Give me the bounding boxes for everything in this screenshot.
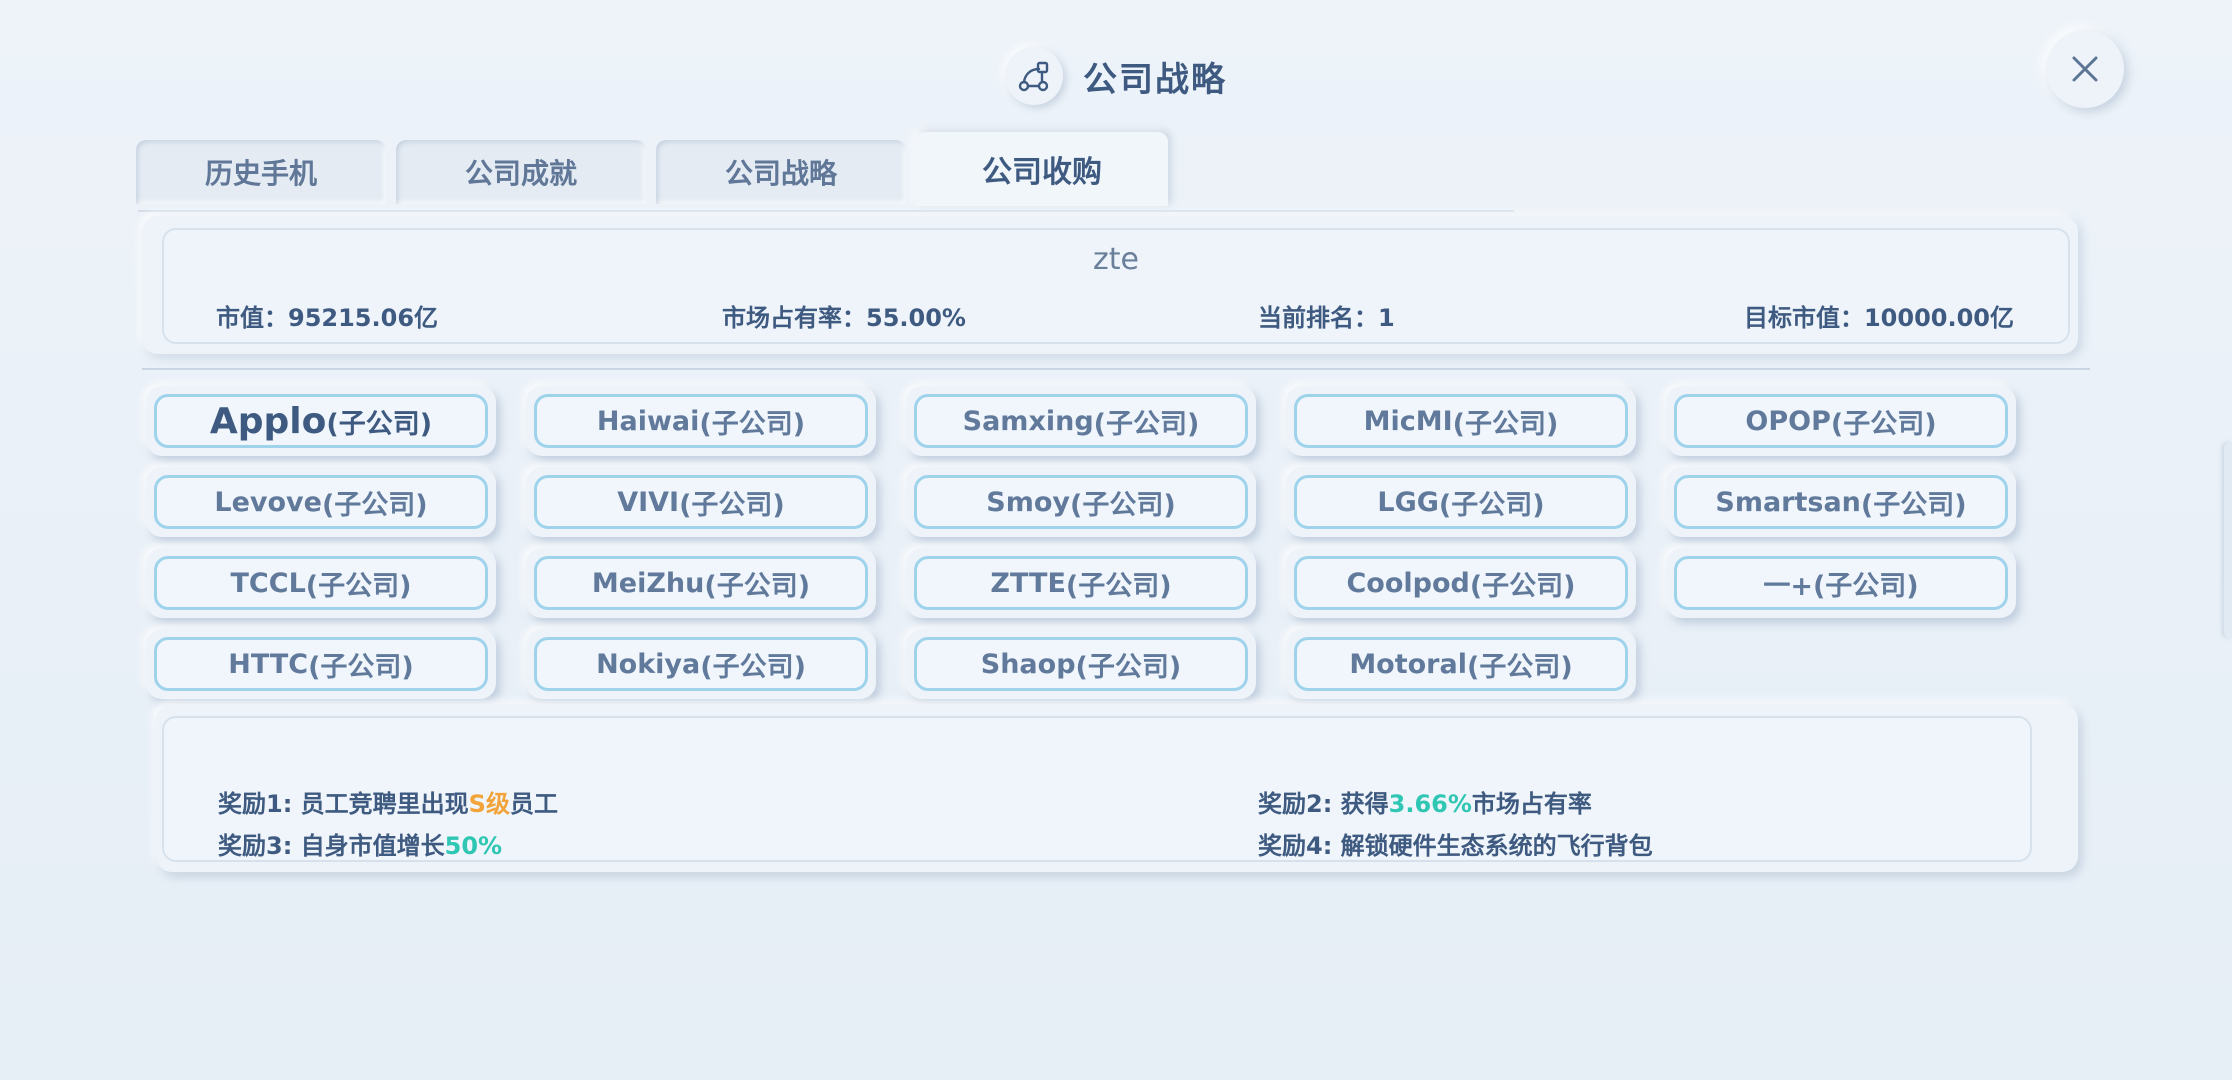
reward-3: 奖励3: 自身市值增长50%	[218, 832, 503, 860]
subsidiary-card: Levove (子公司)	[146, 467, 496, 537]
subsidiary-card: LGG (子公司)	[1286, 467, 1636, 537]
market-value-label: 市值：	[216, 304, 288, 332]
acquisition-screen: 公司战略 历史手机 公司成就 公司战略 公司收购 zte 市值：95215.06…	[0, 0, 2232, 1080]
subsidiary-button-tccl[interactable]: TCCL (子公司)	[154, 556, 488, 610]
subsidiary-button-vivi[interactable]: VIVI (子公司)	[534, 475, 868, 529]
target-value-stat: 目标市值：10000.00亿	[1744, 298, 2014, 333]
subsidiary-card: MicMI (子公司)	[1286, 386, 1636, 456]
rank-label: 当前排名：	[1258, 304, 1378, 332]
subsidiary-button-ztte[interactable]: ZTTE (子公司)	[914, 556, 1248, 610]
tab-acquisition[interactable]: 公司收购	[916, 132, 1168, 206]
subsidiary-card: VIVI (子公司)	[526, 467, 876, 537]
subsidiary-card: Nokiya (子公司)	[526, 629, 876, 699]
rank-value: 1	[1378, 304, 1395, 332]
company-name: zte	[1093, 242, 1139, 277]
subsidiary-button-opop[interactable]: OPOP (子公司)	[1674, 394, 2008, 448]
close-icon	[2072, 56, 2098, 82]
subsidiary-card: Motoral (子公司)	[1286, 629, 1636, 699]
reward-2: 奖励2: 获得3.66%市场占有率	[1258, 790, 1592, 818]
subsidiary-button-samxing[interactable]: Samxing (子公司)	[914, 394, 1248, 448]
subsidiary-card: Smartsan (子公司)	[1666, 467, 2016, 537]
subsidiary-card: Samxing (子公司)	[906, 386, 1256, 456]
header: 公司战略	[0, 44, 2232, 108]
subsidiary-card: MeiZhu (子公司)	[526, 548, 876, 618]
target-value-label: 目标市值：	[1743, 304, 1864, 332]
subsidiary-button-smoy[interactable]: Smoy (子公司)	[914, 475, 1248, 529]
subsidiary-card: Coolpod (子公司)	[1286, 548, 1636, 618]
reward-1: 奖励1: 员工竞聘里出现S级员工	[218, 790, 558, 818]
subsidiary-card: Shaop (子公司)	[906, 629, 1256, 699]
subsidiary-button-haiwai[interactable]: Haiwai (子公司)	[534, 394, 868, 448]
tab-strategy[interactable]: 公司战略	[656, 140, 906, 204]
market-share: 55.00%	[866, 304, 966, 332]
reward-3-highlight: 50%	[444, 832, 503, 860]
strategy-network-icon	[1005, 47, 1063, 105]
subsidiary-card: TCCL (子公司)	[146, 548, 496, 618]
page-title: 公司战略	[1083, 59, 1227, 100]
subsidiary-button-applo[interactable]: Applo (子公司)	[154, 394, 488, 448]
subsidiary-button-smartsan[interactable]: Smartsan (子公司)	[1674, 475, 2008, 529]
reward-4: 奖励4: 解锁硬件生态系统的飞行背包	[1258, 832, 1653, 860]
tab-achievements[interactable]: 公司成就	[396, 140, 646, 204]
subsidiary-button-yijia[interactable]: 一+ (子公司)	[1674, 556, 2008, 610]
subsidiary-button-nokiya[interactable]: Nokiya (子公司)	[534, 637, 868, 691]
rewards-inner: 奖励1: 员工竞聘里出现S级员工 奖励2: 获得3.66%市场占有率 奖励3: …	[162, 716, 2032, 862]
subsidiary-card: OPOP (子公司)	[1666, 386, 2016, 456]
target-value: 10000.00亿	[1863, 304, 2014, 332]
reward-2-highlight: 3.66%	[1388, 790, 1472, 818]
side-drawer-handle[interactable]	[2224, 442, 2232, 638]
subsidiary-card: 一+ (子公司)	[1666, 548, 2016, 618]
subsidiary-button-meizhu[interactable]: MeiZhu (子公司)	[534, 556, 868, 610]
subsidiary-button-lgg[interactable]: LGG (子公司)	[1294, 475, 1628, 529]
subsidiary-card: Smoy (子公司)	[906, 467, 1256, 537]
market-share-stat: 市场占有率：55.00%	[722, 298, 966, 333]
subsidiary-button-motoral[interactable]: Motoral (子公司)	[1294, 637, 1628, 691]
section-divider	[142, 368, 2090, 370]
tab-divider	[138, 210, 1514, 212]
tab-history-phones[interactable]: 历史手机	[136, 140, 386, 204]
subsidiary-button-shaop[interactable]: Shaop (子公司)	[914, 637, 1248, 691]
market-value: 95215.06亿	[288, 304, 439, 332]
market-share-label: 市场占有率：	[722, 304, 866, 332]
subsidiary-card: ZTTE (子公司)	[906, 548, 1256, 618]
market-value-stat: 市值：95215.06亿	[216, 298, 438, 333]
subsidiary-card: HTTC (子公司)	[146, 629, 496, 699]
subsidiary-button-httc[interactable]: HTTC (子公司)	[154, 637, 488, 691]
subsidiary-card: Haiwai (子公司)	[526, 386, 876, 456]
company-info-inner: zte 市值：95215.06亿 市场占有率：55.00% 当前排名：1 目标市…	[162, 228, 2070, 344]
subsidiary-button-coolpod[interactable]: Coolpod (子公司)	[1294, 556, 1628, 610]
subsidiary-card: Applo (子公司)	[146, 386, 496, 456]
rank-stat: 当前排名：1	[1258, 298, 1395, 333]
close-button[interactable]	[2046, 30, 2124, 108]
subsidiary-button-levove[interactable]: Levove (子公司)	[154, 475, 488, 529]
subsidiary-button-micmi[interactable]: MicMI (子公司)	[1294, 394, 1628, 448]
reward-1-highlight: S级	[468, 790, 510, 818]
